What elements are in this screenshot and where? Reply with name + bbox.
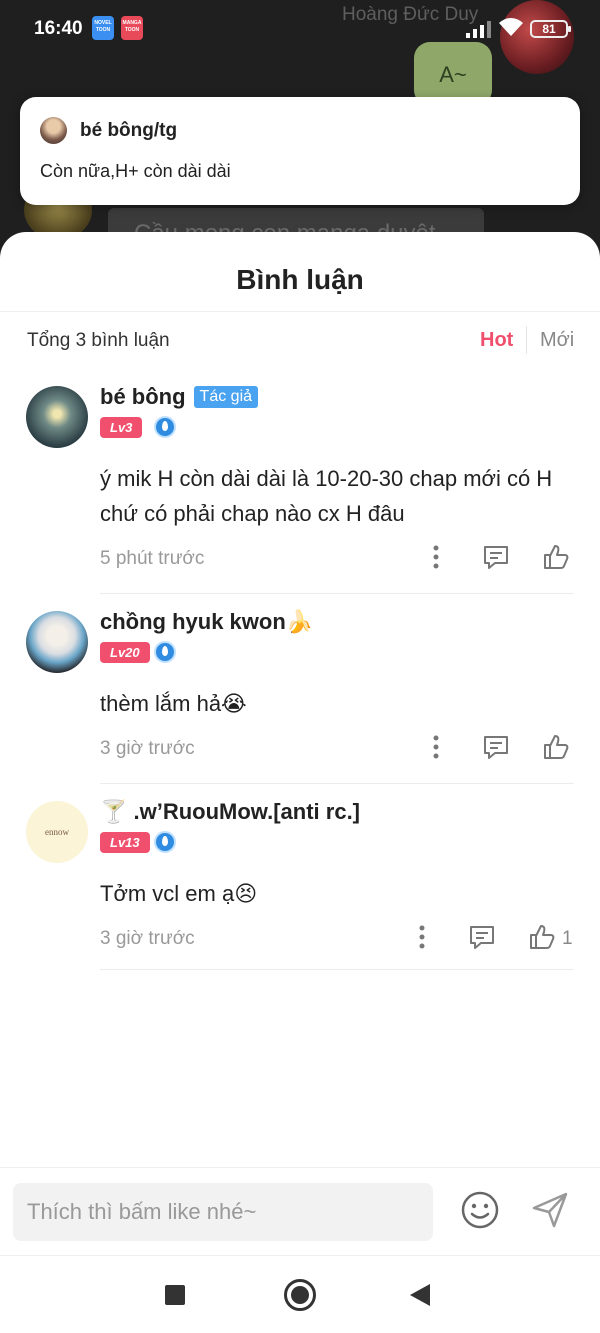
level-badge: Lv13 bbox=[100, 832, 150, 853]
like-icon[interactable] bbox=[528, 923, 556, 951]
sort-hot-tab[interactable]: Hot bbox=[480, 329, 513, 352]
author-badge: Tác giả bbox=[193, 386, 259, 408]
comment-username[interactable]: 🍸 .w’RuouMow.[anti rc.] bbox=[100, 799, 360, 825]
comment-time: 3 giờ trước bbox=[100, 738, 195, 759]
level-badge: Lv20 bbox=[100, 642, 150, 663]
manga-toon-app-icon: MANGA TOON bbox=[121, 16, 143, 40]
divider bbox=[100, 969, 574, 970]
shield-icon bbox=[154, 416, 176, 438]
comment-count: Tổng 3 bình luận bbox=[27, 330, 170, 351]
avatar[interactable]: ennow bbox=[26, 801, 88, 863]
wifi-icon bbox=[499, 18, 523, 36]
comment-time: 3 giờ trước bbox=[100, 928, 195, 949]
comment-text: ý mik H còn dài dài là 10-20-30 chap mới… bbox=[100, 466, 553, 526]
divider bbox=[100, 783, 574, 784]
comment-text: Tởm vcl em ạ😣 bbox=[100, 881, 258, 906]
comment-username[interactable]: chồng hyuk kwon🍌 bbox=[100, 609, 313, 635]
level-badge: Lv3 bbox=[100, 417, 143, 438]
signal-icon bbox=[466, 21, 491, 38]
comment-input[interactable]: Thích thì bấm like nhé~ bbox=[13, 1183, 433, 1241]
send-icon[interactable] bbox=[530, 1190, 570, 1230]
shield-icon bbox=[154, 641, 176, 663]
comment-time: 5 phút trước bbox=[100, 548, 205, 569]
novel-toon-app-icon: NOVEL TOON bbox=[92, 16, 114, 40]
emoji-icon[interactable] bbox=[460, 1190, 500, 1230]
avatar-text: ennow bbox=[45, 827, 69, 837]
sheet-title: Bình luận bbox=[236, 264, 364, 295]
more-options-icon[interactable] bbox=[422, 543, 450, 571]
comment-input-bar: Thích thì bấm like nhé~ bbox=[0, 1167, 600, 1255]
reply-icon[interactable] bbox=[468, 923, 496, 951]
home-button[interactable] bbox=[284, 1279, 316, 1311]
comments-sheet: Bình luận Tổng 3 bình luận Hot Mới bé bô… bbox=[0, 232, 600, 1254]
recent-apps-button[interactable] bbox=[165, 1285, 185, 1305]
divider bbox=[526, 326, 527, 354]
notification-body: Còn nữa,H+ còn dài dài bbox=[40, 161, 231, 181]
more-options-icon[interactable] bbox=[408, 923, 436, 951]
reply-icon[interactable] bbox=[482, 733, 510, 761]
more-options-icon[interactable] bbox=[422, 733, 450, 761]
like-icon[interactable] bbox=[542, 543, 570, 571]
comment-username-text: bé bông bbox=[100, 384, 186, 409]
divider bbox=[100, 593, 574, 594]
notification-avatar bbox=[40, 117, 67, 144]
sort-new-tab[interactable]: Mới bbox=[540, 329, 574, 352]
comment-text: thèm lắm hả😭 bbox=[100, 691, 247, 716]
avatar[interactable] bbox=[26, 386, 88, 448]
like-count: 1 bbox=[562, 928, 573, 949]
notification-title: bé bông/tg bbox=[80, 120, 178, 141]
status-time: 16:40 bbox=[34, 18, 83, 39]
system-nav-bar bbox=[0, 1255, 600, 1333]
status-bar: 16:40 NOVEL TOON MANGA TOON 81 bbox=[0, 0, 600, 56]
notification-banner[interactable]: bé bông/tg Còn nữa,H+ còn dài dài bbox=[20, 97, 580, 205]
comment-username[interactable]: bé bông Tác giả bbox=[100, 384, 259, 410]
reply-icon[interactable] bbox=[482, 543, 510, 571]
avatar[interactable] bbox=[26, 611, 88, 673]
shield-icon bbox=[154, 831, 176, 853]
like-icon[interactable] bbox=[542, 733, 570, 761]
battery-icon: 81 bbox=[530, 20, 571, 38]
divider bbox=[0, 311, 600, 312]
back-button[interactable] bbox=[410, 1284, 430, 1306]
